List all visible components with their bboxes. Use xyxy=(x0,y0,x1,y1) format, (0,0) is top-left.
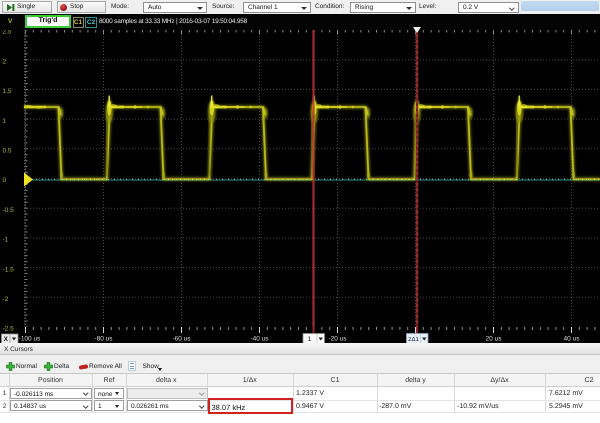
svg-text:-0.5: -0.5 xyxy=(3,207,15,214)
svg-text:X: X xyxy=(4,336,9,343)
svg-text:-2: -2 xyxy=(3,296,9,303)
svg-text:2.5: 2.5 xyxy=(3,30,12,36)
svg-text:-2.5: -2.5 xyxy=(3,326,15,333)
svg-text:-80 us: -80 us xyxy=(94,336,113,343)
svg-text:-1.5: -1.5 xyxy=(3,266,15,273)
svg-text:-1: -1 xyxy=(3,237,9,244)
svg-text:1.5: 1.5 xyxy=(3,88,12,95)
svg-text:-100 us: -100 us xyxy=(19,336,41,343)
svg-text:-40 us: -40 us xyxy=(250,336,269,343)
svg-text:1: 1 xyxy=(3,118,7,125)
svg-text:20 us: 20 us xyxy=(486,336,503,343)
svg-text:40 us: 40 us xyxy=(564,336,581,343)
svg-text:2: 2 xyxy=(3,58,7,65)
svg-text:-60 us: -60 us xyxy=(172,336,191,343)
svg-text:2Δ1: 2Δ1 xyxy=(408,336,419,343)
svg-text:-20 us: -20 us xyxy=(328,336,347,343)
svg-text:1: 1 xyxy=(308,336,312,343)
svg-text:0: 0 xyxy=(3,177,7,184)
svg-text:0.5: 0.5 xyxy=(3,148,12,155)
